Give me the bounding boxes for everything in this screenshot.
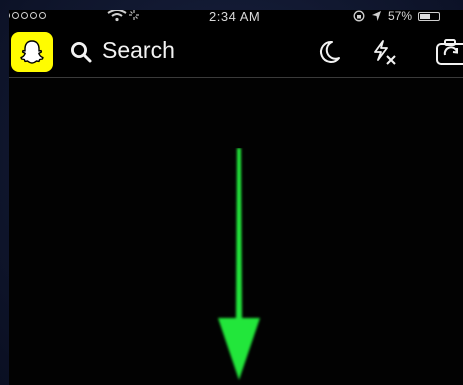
night-mode-moon-icon[interactable] xyxy=(315,38,343,66)
video-frame: 2:34 AM 57% Search xyxy=(0,0,463,385)
wifi-icon xyxy=(107,10,139,22)
camera-top-bar: Search xyxy=(9,32,463,72)
battery-fill xyxy=(420,14,431,19)
status-bar: 2:34 AM 57% xyxy=(9,10,463,26)
orientation-lock-icon xyxy=(353,10,365,22)
status-time: 2:34 AM xyxy=(209,10,261,24)
down-arrow-icon xyxy=(218,148,260,380)
search-icon[interactable] xyxy=(69,40,93,64)
location-icon xyxy=(372,11,381,21)
phone-screen: 2:34 AM 57% Search xyxy=(9,10,463,385)
snapchat-ghost-button[interactable] xyxy=(11,32,53,72)
search-label[interactable]: Search xyxy=(102,37,175,64)
flip-camera-icon[interactable] xyxy=(431,38,463,66)
signal-strength-icon xyxy=(9,12,46,19)
arrow-shape xyxy=(218,148,260,380)
flash-off-icon[interactable] xyxy=(369,38,399,68)
battery-icon xyxy=(418,12,441,21)
ghost-icon xyxy=(20,40,44,64)
battery-percent: 57% xyxy=(388,10,413,23)
status-right: 57% xyxy=(353,10,441,23)
